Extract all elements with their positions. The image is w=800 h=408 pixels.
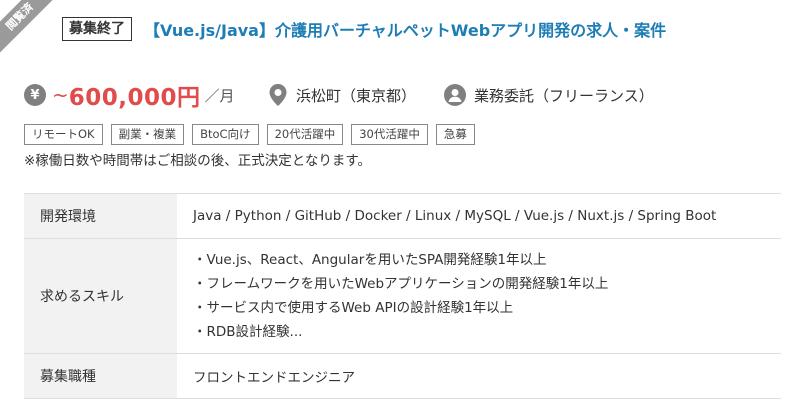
location-text: 浜松町（東京都） [296,86,417,105]
viewed-ribbon: 閲覧済 [0,0,64,61]
tag-side-job: 副業・複業 [110,124,185,145]
schedule-note: ※稼働日数や時間帯はご相談の後、正式決定となります。 [24,153,372,169]
job-spec-table: 開発環境 Java / Python / GitHub / Docker / L… [24,193,781,399]
salary-unit: ／月 [204,86,235,105]
role-label: 募集職種 [24,354,177,398]
recruitment-closed-badge: 募集終了 [62,17,132,41]
tag-20s-active: 20代活躍中 [266,124,344,145]
job-title-link[interactable]: 【Vue.js/Java】介護用バーチャルペットWebアプリ開発の求人・案件 [144,17,666,41]
tag-30s-active: 30代活躍中 [351,124,428,145]
spec-row-skills: 求めるスキル ・Vue.js、React、Angularを用いたSPA開発経験1… [24,239,781,354]
location-info: 浜松町（東京都） [268,80,416,110]
spec-row-environment: 開発環境 Java / Python / GitHub / Docker / L… [24,194,781,239]
skill-item: ・フレームワークを用いたWebアプリケーションの開発経験1年以上 [193,276,609,292]
yen-icon: ¥ [24,84,46,106]
tag-btoc: BtoC向け [192,124,259,145]
environment-label: 開発環境 [24,194,177,238]
salary-amount: 600,000円 [68,85,201,111]
tag-urgent: 急募 [435,124,475,145]
contract-type-text: 業務委託（フリーランス） [474,86,654,105]
location-pin-icon [269,84,287,106]
salary-prefix: ~ [52,83,69,107]
contract-info: 業務委託（フリーランス） [444,80,654,110]
skills-label: 求めるスキル [24,239,177,353]
skill-item: ・Vue.js、React、Angularを用いたSPA開発経験1年以上 [193,252,547,268]
role-value: フロントエンドエンジニア [193,370,355,386]
spec-row-role: 募集職種 フロントエンドエンジニア [24,354,781,399]
environment-value: Java / Python / GitHub / Docker / Linux … [193,208,717,224]
person-icon [444,84,466,106]
skill-item: ・RDB設計経験... [193,324,303,340]
tag-remote-ok: リモートOK [24,124,103,145]
job-header: 募集終了 【Vue.js/Java】介護用バーチャルペットWebアプリ開発の求人… [62,17,666,41]
job-meta: ¥ ~ 600,000円 ／月 浜松町（東京都） 業務委託（フリーランス） [24,80,784,111]
salary-info: ¥ ~ 600,000円 ／月 [24,80,235,111]
skill-item: ・サービス内で使用するWeb APIの設計経験1年以上 [193,300,514,316]
skills-list: ・Vue.js、React、Angularを用いたSPA開発経験1年以上 ・フレ… [177,239,781,353]
tag-list: リモートOK 副業・複業 BtoC向け 20代活躍中 30代活躍中 急募 [24,124,483,145]
